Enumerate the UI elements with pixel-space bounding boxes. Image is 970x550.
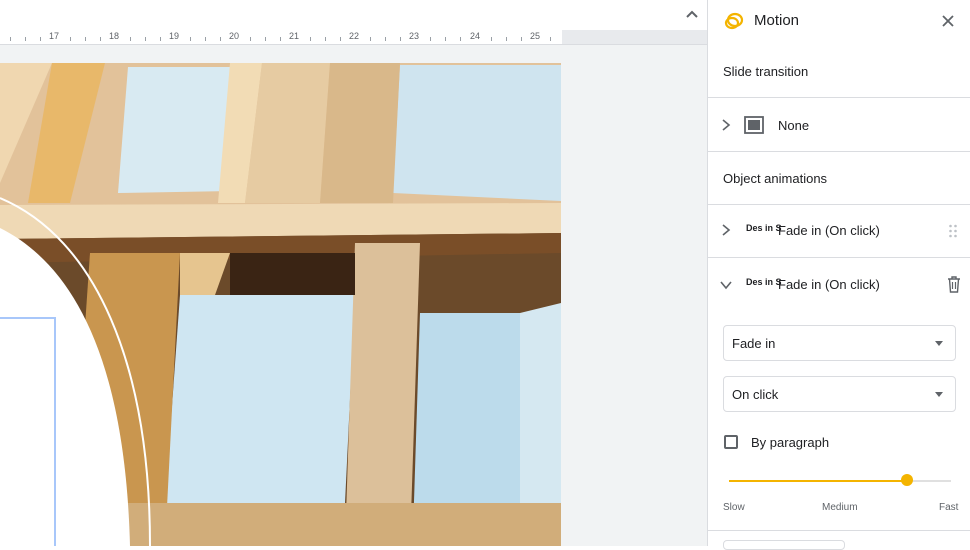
divider (708, 97, 970, 98)
caret-down-icon (935, 392, 943, 397)
close-icon[interactable] (938, 11, 958, 31)
ruler-label: 21 (289, 31, 300, 41)
chevron-down-icon[interactable] (720, 279, 732, 291)
effect-select-value: Fade in (732, 336, 776, 351)
slide-thumbnail-icon (744, 116, 764, 134)
ruler-label: 24 (470, 31, 481, 41)
speed-label-slow: Slow (723, 502, 745, 513)
ruler-label: 18 (109, 31, 120, 41)
panel-header: Motion (708, 0, 970, 42)
object-animations-label: Object animations (723, 171, 828, 186)
motion-icon (724, 12, 744, 30)
divider (708, 530, 970, 531)
drag-handle-icon[interactable] (948, 223, 958, 239)
effect-select[interactable]: Fade in (723, 325, 956, 361)
speed-slider-thumb[interactable] (900, 474, 913, 486)
by-paragraph-checkbox[interactable] (724, 435, 738, 449)
chevron-right-icon[interactable] (720, 119, 732, 131)
trigger-select-value: On click (732, 387, 779, 402)
animation-item[interactable]: Des in S Fade in (On click) (708, 209, 970, 253)
ruler-label: 20 (229, 31, 240, 41)
divider (708, 151, 970, 152)
chevron-right-icon[interactable] (720, 224, 732, 236)
bottom-button[interactable] (723, 540, 845, 550)
speed-label-fast: Fast (939, 502, 959, 513)
speed-label-medium: Medium (822, 502, 858, 513)
slide[interactable] (0, 63, 561, 546)
caret-down-icon (935, 341, 943, 346)
animation-label: Fade in (On click) (778, 223, 880, 238)
divider (708, 257, 970, 258)
motion-panel: Motion Slide transition None Object anim… (707, 0, 970, 550)
ruler-label: 25 (530, 31, 541, 41)
chevron-up-icon[interactable] (682, 4, 702, 24)
by-paragraph-label: By paragraph (751, 435, 830, 450)
ruler-label: 22 (349, 31, 360, 41)
animation-label: Fade in (On click) (778, 277, 880, 292)
ruler-label: 19 (169, 31, 180, 41)
trash-icon[interactable] (947, 276, 961, 293)
slide-transition-label: Slide transition (723, 64, 809, 79)
ruler-label: 17 (49, 31, 60, 41)
animation-thumbnail: Des in S (746, 223, 782, 233)
panel-title: Motion (754, 12, 800, 29)
divider (708, 204, 970, 205)
speed-slider-fill (729, 480, 907, 482)
slide-transition-row[interactable]: None (708, 104, 970, 148)
transition-value: None (778, 118, 810, 133)
trigger-select[interactable]: On click (723, 376, 956, 412)
animation-item-expanded[interactable]: Des in S Fade in (On click) (708, 263, 970, 307)
slide-canvas-area: 17 18 19 20 21 22 23 24 25 (0, 0, 707, 546)
animation-thumbnail: Des in S (746, 277, 782, 287)
toolbar-strip (0, 0, 707, 30)
ruler-label: 23 (409, 31, 420, 41)
building-photo (0, 63, 561, 546)
ruler-margin (562, 30, 707, 45)
horizontal-ruler: 17 18 19 20 21 22 23 24 25 (0, 30, 562, 45)
